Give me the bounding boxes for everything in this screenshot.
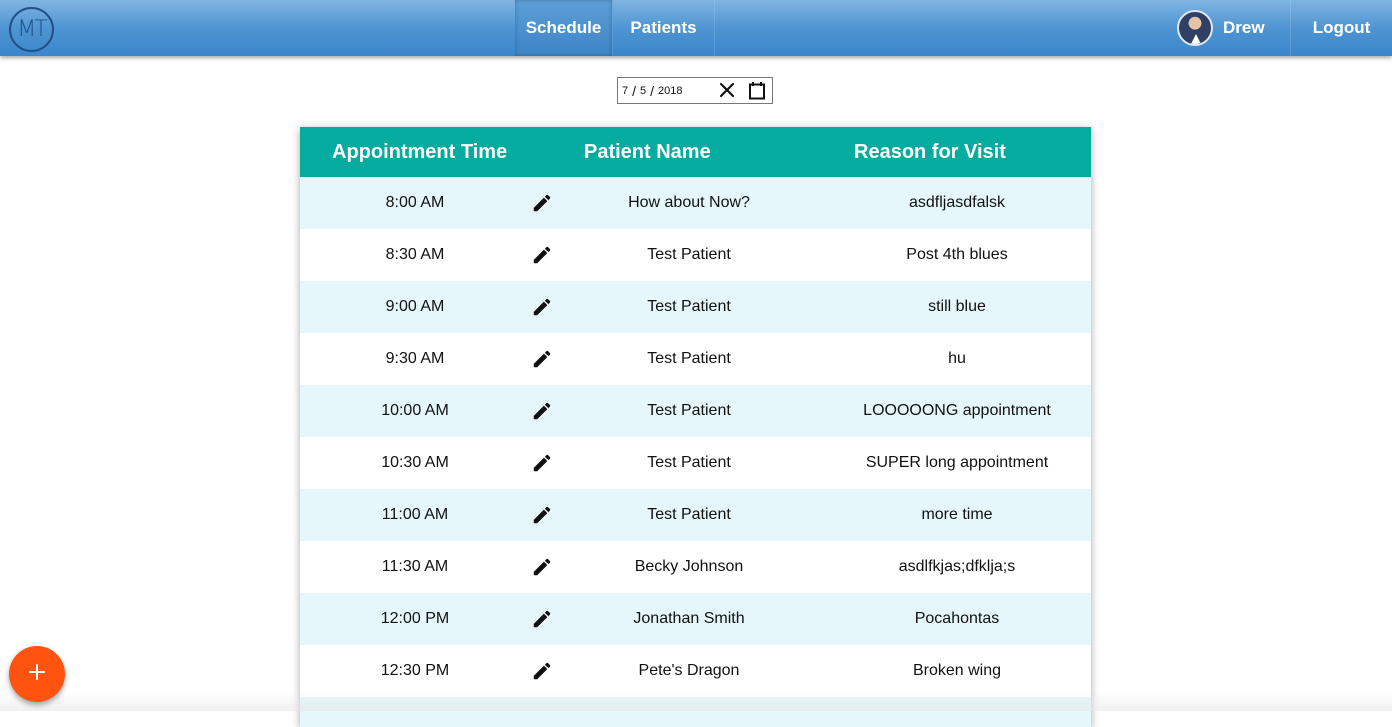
patient-name: Test Patient: [647, 298, 731, 315]
table-row: 12:00 PM Jonathan Smith Pocahontas: [300, 593, 1091, 645]
main-nav: Schedule Patients: [515, 0, 715, 56]
edit-icon[interactable]: [528, 177, 556, 229]
date-year[interactable]: 2018: [658, 85, 682, 97]
appointment-time: 9:00 AM: [385, 298, 445, 315]
table-body: 8:00 AM How about Now? asdfljasdfalsk 8:…: [300, 177, 1091, 727]
table-row: 8:00 AM How about Now? asdfljasdfalsk: [300, 177, 1091, 229]
top-navbar: MT Schedule Patients Drew Logout: [0, 0, 1392, 56]
visit-reason: Post 4th blues: [906, 246, 1008, 263]
visit-reason: hu: [948, 350, 966, 367]
edit-icon[interactable]: [528, 593, 556, 645]
plus-icon: [28, 663, 46, 686]
appointment-time: 12:00 PM: [380, 610, 450, 627]
patient-name: Test Patient: [647, 402, 731, 419]
header-patient-name: Patient Name: [584, 140, 711, 163]
appointment-time: 9:30 AM: [385, 350, 445, 367]
visit-reason: Broken wing: [912, 662, 1002, 679]
date-month[interactable]: 7: [622, 85, 628, 97]
date-separator: /: [632, 82, 637, 99]
patient-name: Test Patient: [647, 246, 731, 263]
table-row: 8:30 AM Test Patient Post 4th blues: [300, 229, 1091, 281]
visit-reason: more time: [921, 506, 993, 523]
header-reason-for-visit: Reason for Visit: [854, 140, 1006, 163]
visit-reason: SUPER long appointment: [865, 454, 1049, 471]
edit-icon[interactable]: [528, 229, 556, 281]
patient-name: How about Now?: [628, 194, 750, 211]
appointment-time: 12:30 PM: [380, 662, 450, 679]
user-profile-link[interactable]: Drew: [1171, 0, 1291, 56]
appointment-time: 10:30 AM: [381, 454, 449, 471]
appointment-time: 10:00 AM: [381, 402, 449, 419]
table-header: Appointment Time Patient Name Reason for…: [300, 127, 1091, 177]
avatar: [1177, 10, 1213, 46]
edit-icon[interactable]: [528, 437, 556, 489]
patient-name: Test Patient: [647, 506, 731, 523]
app-logo[interactable]: MT: [9, 7, 54, 52]
table-row: 11:30 AM Becky Johnson asdlfkjas;dfklja;…: [300, 541, 1091, 593]
visit-reason: LOOOOONG appointment: [863, 402, 1051, 419]
user-name: Drew: [1223, 18, 1265, 37]
date-picker-input[interactable]: 7 / 5 / 2018: [617, 77, 773, 104]
patient-name: Test Patient: [647, 350, 731, 367]
table-row: 10:30 AM Test Patient SUPER long appoint…: [300, 437, 1091, 489]
appointment-time: 11:30 AM: [381, 558, 449, 575]
visit-reason: still blue: [928, 298, 986, 315]
table-row: 10:00 AM Test Patient LOOOOONG appointme…: [300, 385, 1091, 437]
edit-icon[interactable]: [528, 489, 556, 541]
visit-reason: asdlfkjas;dfklja;s: [898, 558, 1016, 575]
edit-icon[interactable]: [528, 385, 556, 437]
tab-schedule-label: Schedule: [525, 18, 602, 37]
tab-schedule[interactable]: Schedule: [515, 0, 613, 56]
add-appointment-button[interactable]: [9, 646, 65, 702]
header-appointment-time: Appointment Time: [332, 140, 508, 163]
appointment-time: 8:00 AM: [385, 194, 445, 211]
patient-name: Test Patient: [647, 454, 731, 471]
visit-reason: Pocahontas: [914, 610, 1000, 627]
date-separator: /: [650, 82, 655, 99]
appointment-time: 11:00 AM: [381, 506, 449, 523]
tab-patients[interactable]: Patients: [613, 0, 715, 56]
patient-name: Jonathan Smith: [633, 610, 745, 627]
edit-icon[interactable]: [528, 333, 556, 385]
edit-icon[interactable]: [528, 645, 556, 697]
appointment-time: 8:30 AM: [385, 246, 445, 263]
table-row: 12:30 PM Pete's Dragon Broken wing: [300, 645, 1091, 697]
patient-name: Becky Johnson: [634, 558, 744, 575]
visit-reason: asdfljasdfalsk: [908, 194, 1006, 211]
date-day[interactable]: 5: [640, 85, 646, 97]
table-row: 11:00 AM Test Patient more time: [300, 489, 1091, 541]
logo-text: MT: [17, 17, 47, 42]
table-row: [300, 697, 1091, 727]
logout-button[interactable]: Logout: [1291, 0, 1392, 56]
edit-icon[interactable]: [528, 541, 556, 593]
user-menu: Drew Logout: [1171, 0, 1392, 56]
patient-name: Pete's Dragon: [638, 662, 740, 679]
calendar-icon[interactable]: [748, 81, 766, 100]
close-icon[interactable]: [718, 81, 736, 99]
tab-patients-label: Patients: [630, 18, 697, 37]
edit-icon[interactable]: [528, 281, 556, 333]
logout-label: Logout: [1312, 18, 1371, 37]
table-row: 9:00 AM Test Patient still blue: [300, 281, 1091, 333]
table-row: 9:30 AM Test Patient hu: [300, 333, 1091, 385]
schedule-table: Appointment Time Patient Name Reason for…: [300, 127, 1091, 727]
